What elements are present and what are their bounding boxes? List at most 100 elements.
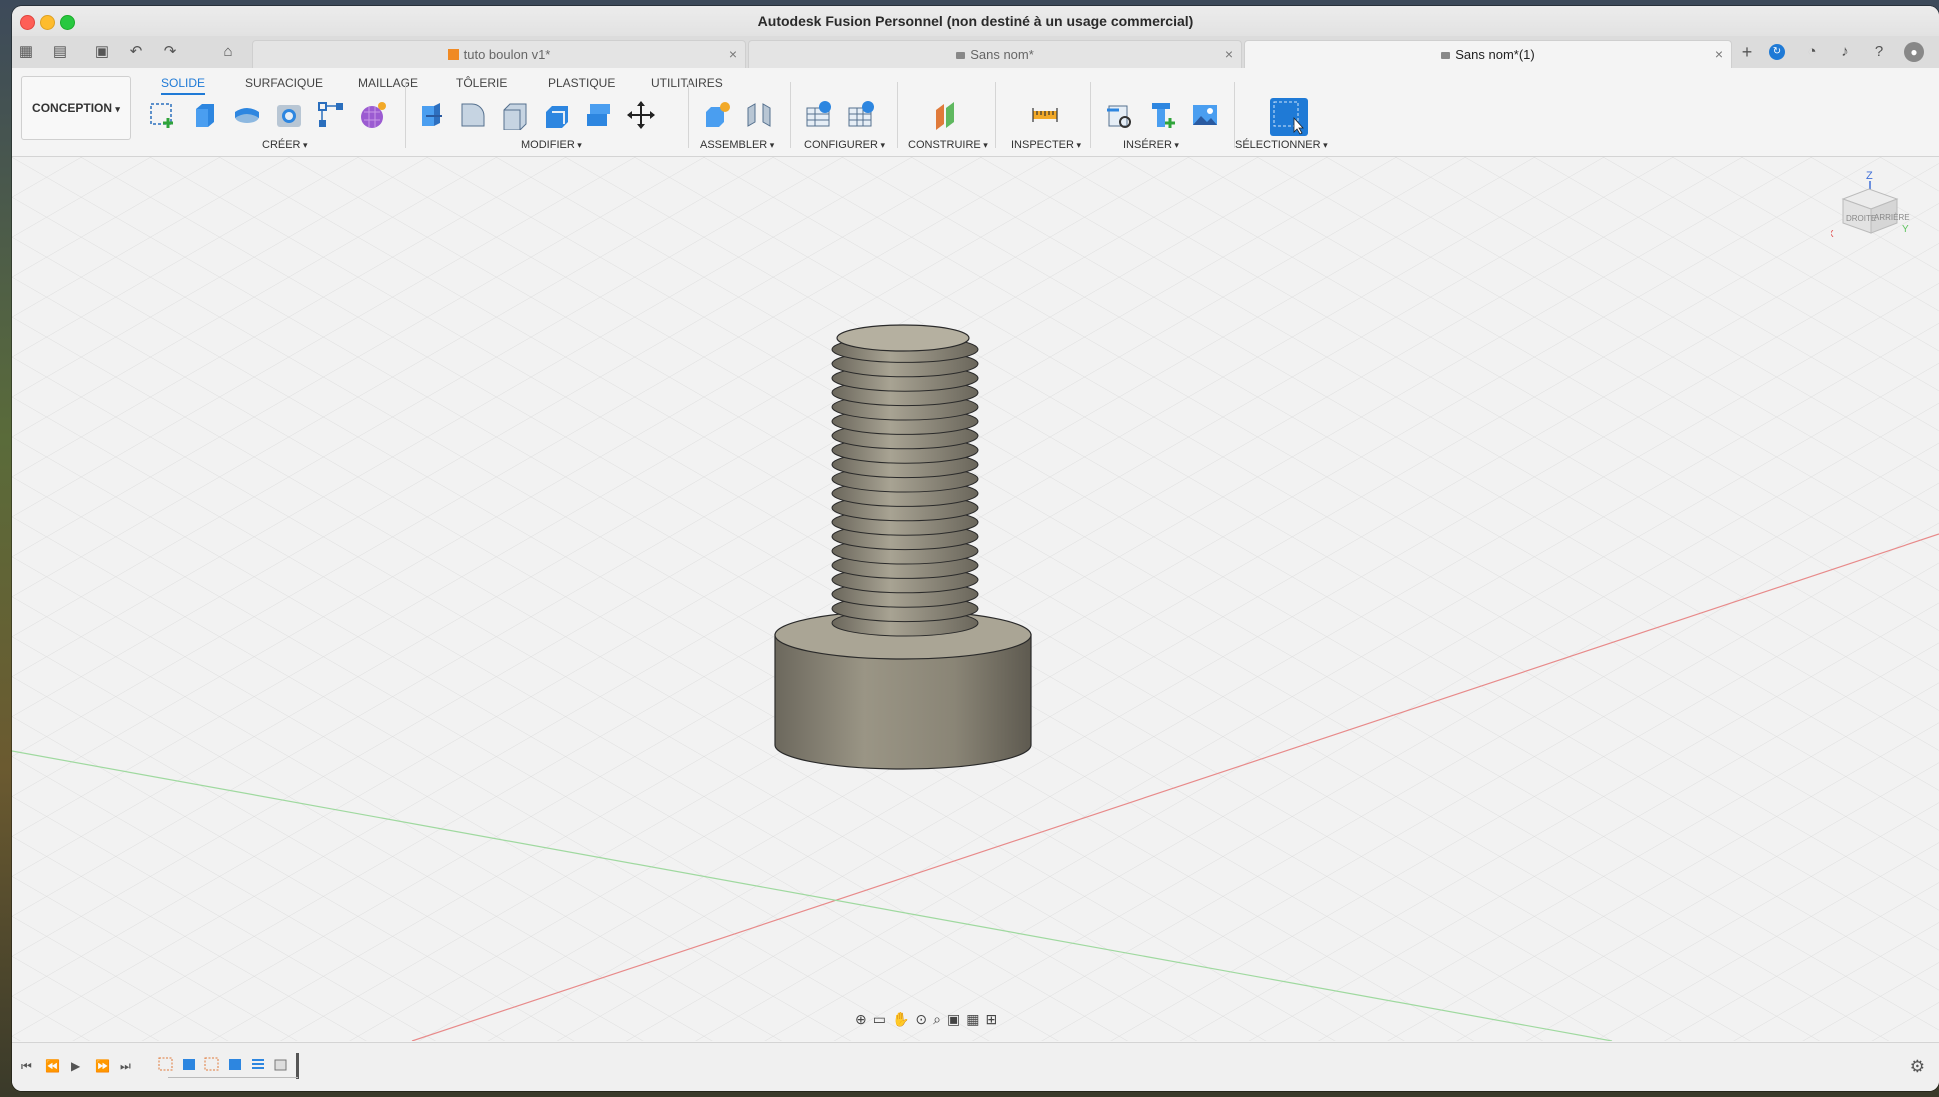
minimize-window-button[interactable] xyxy=(40,15,55,30)
insert-canvas-icon[interactable] xyxy=(1190,100,1220,130)
extrude-icon[interactable] xyxy=(190,100,220,130)
tab-utilitaires[interactable]: UTILITAIRES xyxy=(651,76,723,90)
group-separator xyxy=(995,82,996,148)
timeline-first-icon[interactable]: ⏮ xyxy=(21,1059,32,1074)
select-icon[interactable] xyxy=(1270,98,1308,136)
view-face-back[interactable]: ARRIÈRE xyxy=(1874,213,1910,222)
job-status-icon[interactable]: ◔ xyxy=(1802,42,1822,62)
group-creer[interactable]: CRÉER xyxy=(262,139,308,151)
scene-canvas[interactable] xyxy=(12,157,1939,1041)
3d-viewport[interactable]: Z DROITE ARRIÈRE X Y ⊕▭✋⊙⌕▣▦⊞ xyxy=(12,157,1939,1041)
press-pull-icon[interactable] xyxy=(416,100,446,130)
insert-mcmaster-icon[interactable] xyxy=(1148,100,1178,130)
timeline-previous-icon[interactable]: ⏪ xyxy=(45,1059,60,1073)
insert-derive-icon[interactable] xyxy=(1105,100,1135,130)
timeline-extrude-icon[interactable] xyxy=(181,1056,197,1072)
create-sketch-icon[interactable] xyxy=(148,100,178,130)
window-title: Autodesk Fusion Personnel (non destiné à… xyxy=(757,13,1194,29)
close-tab-icon[interactable]: × xyxy=(1715,41,1723,68)
offset-plane-icon[interactable] xyxy=(932,100,962,130)
view-face-right[interactable]: DROITE xyxy=(1846,214,1876,223)
timeline-marker[interactable] xyxy=(296,1053,299,1079)
timeline-chamfer-icon[interactable] xyxy=(273,1056,289,1072)
grid-lines xyxy=(12,157,1939,1041)
tab-label: Sans nom* xyxy=(970,47,1034,62)
file-menu-icon[interactable]: ▤ xyxy=(50,42,70,62)
settings-gear-icon[interactable]: ⚙ xyxy=(1910,1057,1925,1077)
form-icon[interactable] xyxy=(358,100,388,130)
grid-apps-icon[interactable]: ▦ xyxy=(16,42,36,62)
zoom-icon[interactable]: ⊙ xyxy=(915,1011,933,1027)
document-cube-icon xyxy=(447,49,459,60)
joint-icon[interactable] xyxy=(744,100,774,130)
timeline-next-icon[interactable]: ⏩ xyxy=(95,1059,110,1073)
group-inspecter[interactable]: INSPECTER xyxy=(1011,139,1081,151)
toolbar-ribbon: CONCEPTION ▾ SOLIDE SURFACIQUE MAILLAGE … xyxy=(12,68,1939,157)
tab-label: Sans nom*(1) xyxy=(1455,47,1535,62)
y-axis-label: Y xyxy=(1902,224,1909,235)
notifications-icon[interactable]: ♪ xyxy=(1835,42,1855,62)
fit-icon[interactable]: ⌕ xyxy=(933,1011,947,1027)
tab-tuto-boulon[interactable]: tuto boulon v1* × xyxy=(252,40,746,68)
timeline-track xyxy=(168,1077,298,1078)
tab-surfacique[interactable]: SURFACIQUE xyxy=(245,76,323,90)
help-icon[interactable]: ? xyxy=(1869,42,1889,62)
shell-icon[interactable] xyxy=(542,100,572,130)
x-axis-label: X xyxy=(1831,229,1834,240)
group-modifier[interactable]: MODIFIER xyxy=(521,139,582,151)
combine-icon[interactable] xyxy=(584,100,614,130)
lock-icon xyxy=(956,52,966,59)
extensions-icon[interactable]: ↻ xyxy=(1769,44,1785,60)
revolve-icon[interactable] xyxy=(232,100,262,130)
tab-sans-nom[interactable]: Sans nom* × xyxy=(748,40,1242,68)
new-component-icon[interactable] xyxy=(702,100,732,130)
configure-rules-icon[interactable] xyxy=(846,100,876,130)
timeline-extrude-icon[interactable] xyxy=(227,1056,243,1072)
group-separator xyxy=(897,82,898,148)
grid-settings-icon[interactable]: ▦ xyxy=(966,1011,985,1027)
new-tab-icon[interactable]: + xyxy=(1737,42,1757,62)
hole-icon[interactable] xyxy=(274,100,304,130)
chamfer-icon[interactable] xyxy=(500,100,530,130)
measure-icon[interactable] xyxy=(1030,100,1060,130)
z-axis-label: Z xyxy=(1866,170,1873,182)
pan-icon[interactable]: ✋ xyxy=(892,1011,915,1027)
display-settings-icon[interactable]: ▣ xyxy=(947,1011,966,1027)
viewports-icon[interactable]: ⊞ xyxy=(985,1011,1003,1027)
close-tab-icon[interactable]: × xyxy=(729,41,737,68)
timeline-play-icon[interactable]: ▶ xyxy=(71,1059,80,1073)
group-inserer[interactable]: INSÉRER xyxy=(1123,139,1179,151)
maximize-window-button[interactable] xyxy=(60,15,75,30)
title-bar: Autodesk Fusion Personnel (non destiné à… xyxy=(12,6,1939,36)
configure-table-icon[interactable] xyxy=(804,100,834,130)
save-icon[interactable]: ▣ xyxy=(92,42,112,62)
undo-icon[interactable]: ↶ xyxy=(126,42,146,62)
pattern-icon[interactable] xyxy=(316,100,346,130)
tab-maillage[interactable]: MAILLAGE xyxy=(358,76,418,90)
tab-plastique[interactable]: PLASTIQUE xyxy=(548,76,615,90)
home-icon[interactable]: ⌂ xyxy=(218,42,238,62)
timeline-sketch-icon[interactable] xyxy=(204,1056,220,1072)
timeline-last-icon[interactable]: ⏭ xyxy=(120,1059,131,1074)
redo-icon[interactable]: ↷ xyxy=(160,42,180,62)
close-window-button[interactable] xyxy=(20,15,35,30)
orbit-icon[interactable]: ⊕ xyxy=(855,1011,873,1027)
group-construire[interactable]: CONSTRUIRE xyxy=(908,139,988,151)
group-assembler[interactable]: ASSEMBLER xyxy=(700,139,774,151)
fillet-icon[interactable] xyxy=(458,100,488,130)
group-selectionner[interactable]: SÉLECTIONNER xyxy=(1235,139,1328,151)
view-cube[interactable]: Z DROITE ARRIÈRE X Y xyxy=(1827,169,1911,249)
tab-solide[interactable]: SOLIDE xyxy=(161,76,206,95)
tab-tolerie[interactable]: TÔLERIE xyxy=(456,76,507,90)
timeline-sketch-icon[interactable] xyxy=(158,1056,174,1072)
group-configurer[interactable]: CONFIGURER xyxy=(804,139,885,151)
look-at-icon[interactable]: ▭ xyxy=(873,1011,892,1027)
app-window: Autodesk Fusion Personnel (non destiné à… xyxy=(12,6,1939,1091)
tab-sans-nom-1[interactable]: Sans nom*(1) × xyxy=(1244,40,1732,68)
user-avatar[interactable]: ● xyxy=(1904,42,1924,62)
close-tab-icon[interactable]: × xyxy=(1225,41,1233,68)
move-icon[interactable] xyxy=(626,100,656,130)
navigation-bar: ⊕▭✋⊙⌕▣▦⊞ xyxy=(855,1011,1003,1031)
workspace-selector[interactable]: CONCEPTION ▾ xyxy=(21,76,131,140)
timeline-thread-icon[interactable] xyxy=(250,1056,266,1072)
